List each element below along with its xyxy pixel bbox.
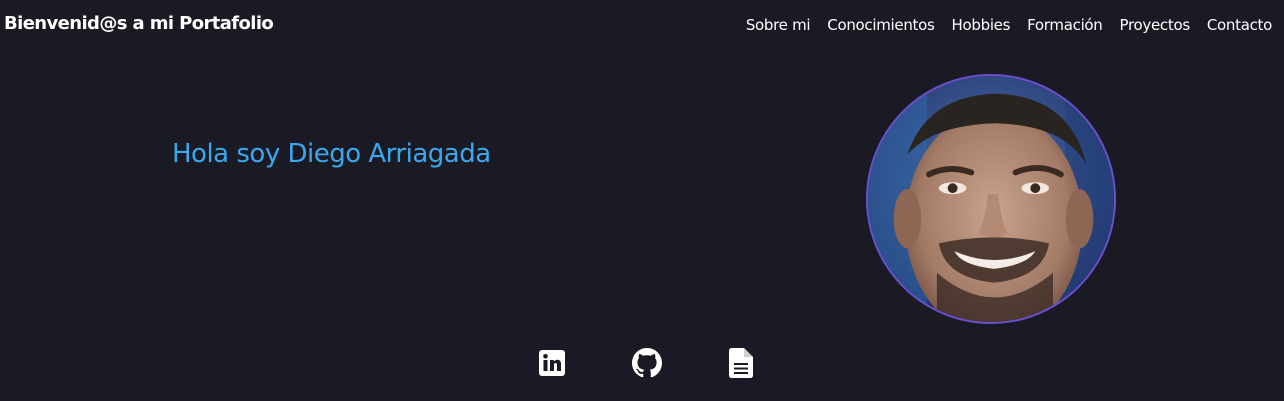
navbar: Bienvenid@s a mi Portafolio Sobre mi Con… [0,0,1284,50]
nav-link-formacion[interactable]: Formación [1027,16,1103,34]
nav-link-proyectos[interactable]: Proyectos [1120,16,1191,34]
github-icon [632,348,662,378]
resume-link[interactable] [726,347,756,379]
nav-item-proyectos: Proyectos [1120,15,1191,34]
nav-links: Sobre mi Conocimientos Hobbies Formación… [746,15,1272,34]
linkedin-link[interactable] [537,347,567,379]
profile-photo [868,76,1114,322]
nav-item-sobre-mi: Sobre mi [746,15,811,34]
nav-item-contacto: Contacto [1207,15,1272,34]
nav-link-contacto[interactable]: Contacto [1207,16,1272,34]
social-links [0,347,1284,381]
nav-item-formacion: Formación [1027,15,1103,34]
github-link[interactable] [632,347,662,379]
brand-title[interactable]: Bienvenid@s a mi Portafolio [4,13,274,34]
hero-greeting: Hola soy Diego Arriagada [172,139,491,169]
document-icon [729,348,753,378]
nav-link-conocimientos[interactable]: Conocimientos [827,16,935,34]
nav-link-sobre-mi[interactable]: Sobre mi [746,16,811,34]
profile-avatar [866,74,1116,324]
nav-item-hobbies: Hobbies [952,15,1011,34]
nav-item-conocimientos: Conocimientos [827,15,935,34]
nav-link-hobbies[interactable]: Hobbies [952,16,1011,34]
linkedin-icon [539,350,565,376]
